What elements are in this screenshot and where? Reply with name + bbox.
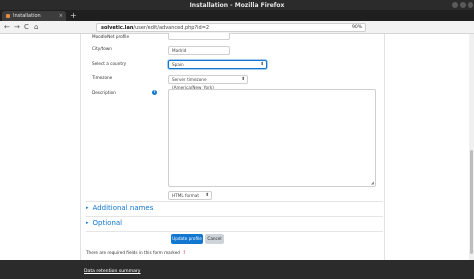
window-titlebar: Installation - Mozilla Firefox — [0, 0, 474, 10]
tab-bar: Installation × + — [0, 10, 474, 21]
moodlenet-profile-input[interactable] — [168, 33, 230, 40]
city-label: City/town — [92, 46, 112, 51]
moodlenet-profile-label: MoodleNet profile — [92, 34, 130, 39]
required-marker-icon: ! — [183, 250, 186, 255]
optional-label: Optional — [92, 219, 123, 227]
country-label: Select a country — [92, 61, 127, 66]
page-footer: Data retention summary — [0, 260, 474, 279]
help-icon[interactable]: ? — [152, 90, 157, 95]
select-caret-icon: ⬍ — [205, 193, 209, 198]
tab-installation[interactable]: Installation × — [2, 11, 66, 21]
window-title: Installation - Mozilla Firefox — [189, 1, 285, 9]
url-bar[interactable]: solvetic.lan/user/edit/advanced.php?id=2 — [96, 23, 366, 32]
required-fields-text: There are required fields in this form m… — [86, 250, 180, 255]
minimize-icon[interactable] — [452, 2, 458, 8]
required-fields-note: There are required fields in this form m… — [86, 250, 185, 255]
optional-section[interactable]: ▸ Optional — [86, 219, 122, 227]
tab-label: Installation — [13, 13, 41, 19]
timezone-select[interactable]: Server timezone (America/New_York) ⬍ — [168, 75, 248, 90]
country-select[interactable]: Spain ⬍ — [168, 60, 267, 69]
cancel-button[interactable]: Cancel — [205, 234, 224, 244]
divider — [86, 201, 383, 202]
select-caret-icon: ⬍ — [241, 77, 245, 82]
divider — [86, 216, 383, 217]
forward-icon[interactable]: → — [14, 23, 20, 31]
home-icon[interactable]: ⌂ — [34, 23, 38, 31]
city-input[interactable]: Madrid — [168, 46, 230, 55]
format-select[interactable]: HTML format ⬍ — [168, 191, 212, 200]
url-path: /user/edit/advanced.php?id=2 — [133, 25, 210, 31]
maximize-icon[interactable] — [460, 2, 466, 8]
close-window-icon[interactable] — [468, 2, 473, 8]
chevron-right-icon: ▸ — [86, 205, 89, 211]
update-profile-button[interactable]: Update profile — [171, 234, 203, 244]
chevron-right-icon: ▸ — [86, 220, 89, 226]
country-select-value: Spain — [172, 62, 184, 67]
data-retention-link[interactable]: Data retention summary — [84, 269, 141, 274]
divider — [86, 231, 383, 232]
zoom-level[interactable]: 90% — [352, 25, 362, 30]
url-domain: solvetic.lan — [101, 25, 134, 31]
select-caret-icon: ⬍ — [260, 62, 264, 67]
additional-names-section[interactable]: ▸ Additional names — [86, 204, 153, 212]
resize-handle-icon[interactable]: ◢ — [371, 180, 374, 185]
description-label: Description — [92, 90, 116, 95]
timezone-label: Timezone — [92, 75, 113, 80]
tab-close-icon[interactable]: × — [59, 13, 63, 19]
back-icon[interactable]: ← — [4, 23, 10, 31]
scrollbar-thumb[interactable] — [470, 150, 473, 254]
navigation-toolbar: ← → C ⌂ solvetic.lan/user/edit/advanced.… — [0, 21, 474, 34]
moodle-favicon-icon — [6, 14, 10, 18]
format-select-value: HTML format — [172, 193, 199, 198]
additional-names-label: Additional names — [92, 204, 154, 212]
description-textarea[interactable]: ◢ — [168, 89, 376, 187]
new-tab-button[interactable]: + — [70, 11, 77, 20]
reload-icon[interactable]: C — [24, 23, 29, 31]
